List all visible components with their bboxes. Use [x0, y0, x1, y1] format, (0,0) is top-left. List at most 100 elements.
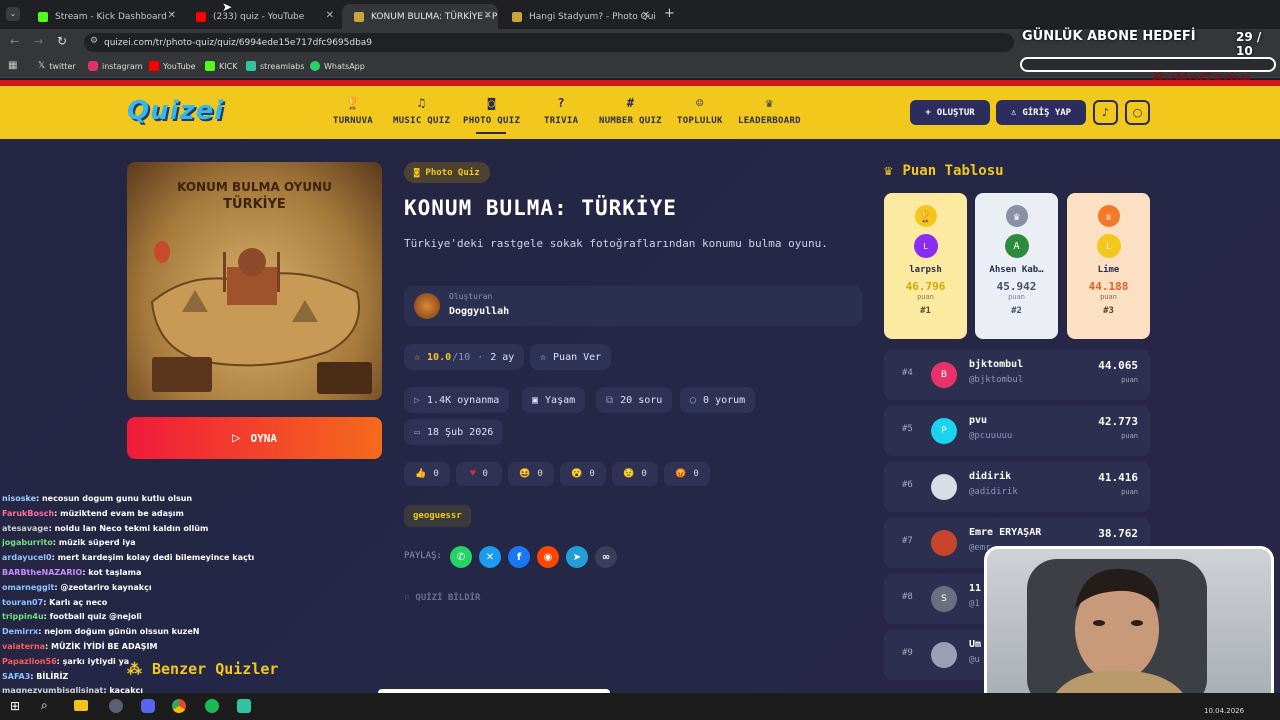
url-field[interactable]: ⚙ quizei.com/tr/photo-quiz/quiz/6994ede1…	[84, 33, 1014, 52]
streamlabs-icon[interactable]	[237, 699, 251, 713]
cover-title-line2: TÜRKİYE	[223, 197, 286, 212]
copy-link-icon[interactable]: ∞	[595, 546, 617, 568]
chat-username[interactable]: Papazlion56	[2, 657, 57, 666]
chat-text: : müziktend evam be adaşım	[54, 508, 184, 518]
new-tab-icon[interactable]: +	[664, 6, 675, 21]
podium-first[interactable]: 🏆 L larpsh 46.796 puan #1	[884, 193, 967, 339]
site-logo[interactable]: Quizei	[127, 96, 224, 126]
podium-third[interactable]: ♕ L Lime 44.188 puan #3	[1067, 193, 1150, 339]
chat-message: nisoske: necosun dogum gunu kutlu olsun	[2, 494, 192, 503]
chat-message: Demirrx: nejom doğum günün olssun kuzeN	[2, 627, 199, 636]
chat-username[interactable]: omarneggit	[2, 583, 54, 592]
nav-topluluk[interactable]: ☺ TOPLULUK	[677, 96, 723, 126]
facebook-share-icon[interactable]: f	[508, 546, 530, 568]
category-badge[interactable]: ◙ Photo Quiz	[404, 162, 490, 183]
nav-trivia[interactable]: ? TRIVIA	[544, 96, 578, 126]
chat-text: : MÜZİK İYİDİ BE ADAŞIM	[45, 642, 158, 651]
comments-chip[interactable]: ◯ 0 yorum	[680, 387, 756, 413]
nav-turnuva[interactable]: 🏆 TURNUVA	[333, 96, 373, 126]
plays-count: 1.4K oynanma	[427, 394, 500, 406]
row-name: 11	[969, 583, 982, 594]
bookmark-kick[interactable]: KICK	[205, 61, 237, 71]
tab-konum-bulma[interactable]: KONUM BULMA: TÜRKİYE - Ph ✕	[342, 4, 498, 29]
apps-grid-icon[interactable]: ▦	[8, 60, 17, 71]
row-avatar	[931, 474, 957, 500]
podium-name: Lime	[1097, 265, 1120, 275]
leaderboard-row[interactable]: #5 P pvu @pcuuuuu 42.773 puan	[884, 406, 1150, 456]
x-share-icon[interactable]: ✕	[479, 546, 501, 568]
bookmark-instagram[interactable]: instagram	[88, 61, 143, 71]
nav-music-quiz[interactable]: ♫ MUSIC QUIZ	[393, 96, 450, 126]
reaction-like[interactable]: 👍 0	[404, 462, 450, 486]
plus-icon: +	[925, 107, 931, 118]
tab-close-icon[interactable]: ✕	[326, 10, 334, 21]
nav-number-quiz[interactable]: # NUMBER QUIZ	[599, 96, 662, 126]
tab-youtube[interactable]: (233) quiz - YouTube ✕	[184, 4, 340, 29]
play-button[interactable]: ▷ OYNA	[127, 417, 382, 459]
chat-username[interactable]: nisoske	[2, 494, 36, 503]
rate-button[interactable]: ☆ Puan Ver	[530, 344, 612, 370]
laugh-icon: 😆	[519, 469, 531, 479]
reaction-angry[interactable]: 😡 0	[664, 462, 710, 486]
search-icon[interactable]: ○	[1125, 100, 1150, 125]
tab-search-icon[interactable]: ⌄	[6, 7, 20, 21]
reaction-laugh[interactable]: 😆 0	[508, 462, 554, 486]
telegram-share-icon[interactable]: ➤	[566, 546, 588, 568]
chat-username[interactable]: trippin4u	[2, 612, 44, 621]
chat-message: BARBtheNAZARIO: kot taşlama	[2, 568, 141, 577]
app-icon[interactable]	[109, 699, 123, 713]
back-icon[interactable]: ←	[10, 35, 19, 48]
reaction-love[interactable]: ♥ 0	[456, 462, 502, 486]
topic-chip[interactable]: ▣ Yaşam	[522, 387, 586, 413]
tab-kick-dashboard[interactable]: Stream - Kick Dashboard ✕	[26, 4, 182, 29]
reload-icon[interactable]: ↻	[57, 34, 67, 48]
site-info-icon[interactable]: ⚙	[90, 36, 98, 46]
podium-second[interactable]: ♛ A Ahsen Kab… 45.942 puan #2	[975, 193, 1058, 339]
chat-username[interactable]: touran07	[2, 598, 43, 607]
reaction-sad[interactable]: 😟 0	[612, 462, 658, 486]
chat-username[interactable]: FarukBosch	[2, 509, 54, 518]
creator-card[interactable]: Oluşturan Doggyullah	[404, 286, 862, 326]
chat-username[interactable]: valaterna	[2, 642, 45, 651]
chat-username[interactable]: Demirrx	[2, 627, 38, 636]
reaction-wow[interactable]: 😮 0	[560, 462, 606, 486]
search-icon[interactable]: ⌕	[41, 698, 48, 713]
leaderboard-row[interactable]: #6 didirik @adidirik 41.416 puan	[884, 462, 1150, 512]
tab-close-icon[interactable]: ✕	[484, 10, 492, 21]
user-icon: ♙	[1010, 107, 1017, 118]
leaderboard-row[interactable]: #4 B bjktombul @bjktombul 44.065 puan	[884, 350, 1150, 400]
chat-text: : müzik süperd iya	[52, 538, 136, 548]
bookmark-twitter[interactable]: 𝕏twitter	[38, 61, 76, 71]
tab-close-icon[interactable]: ✕	[168, 10, 176, 21]
forward-icon[interactable]: →	[34, 35, 43, 48]
chat-username[interactable]: BARBtheNAZARIO	[2, 568, 82, 577]
notification-bell-icon[interactable]: ♪	[1093, 100, 1118, 125]
tab-close-icon[interactable]: ✕	[642, 10, 650, 21]
bookmark-youtube[interactable]: YouTube	[149, 61, 196, 71]
login-button[interactable]: ♙ GİRİŞ YAP	[996, 100, 1086, 125]
bookmark-streamlabs[interactable]: streamlabs	[246, 61, 304, 71]
nav-label: MUSIC QUIZ	[393, 116, 451, 126]
whatsapp-share-icon[interactable]: ✆	[450, 546, 472, 568]
file-explorer-icon[interactable]	[74, 700, 88, 711]
youtube-favicon-icon	[196, 11, 206, 22]
discord-icon[interactable]	[141, 699, 155, 713]
bookmark-label: streamlabs	[260, 61, 305, 71]
chat-username[interactable]: SAFA3	[2, 672, 30, 681]
chat-username[interactable]: ardayucel0	[2, 553, 52, 562]
windows-start-icon[interactable]: ⊞	[10, 699, 20, 713]
reddit-share-icon[interactable]: ◉	[537, 546, 559, 568]
nav-photo-quiz[interactable]: ◙ PHOTO QUIZ	[463, 96, 520, 126]
chrome-icon[interactable]	[172, 699, 186, 713]
chat-username[interactable]: jogaburrito	[2, 538, 53, 547]
tab-hangi-stadyum[interactable]: Hangi Stadyum? - Photo Quiz ✕	[500, 4, 656, 29]
quiz-cover-image[interactable]: KONUM BULMA OYUNU TÜRKİYE	[127, 162, 382, 400]
report-quiz-button[interactable]: ⚐ QUİZİ BİLDİR	[404, 593, 480, 603]
tag-chip[interactable]: geoguessr	[404, 505, 471, 527]
spotify-icon[interactable]	[205, 699, 219, 713]
bookmark-whatsapp[interactable]: WhatsApp	[310, 61, 365, 71]
create-button[interactable]: + OLUŞTUR	[910, 100, 990, 125]
chat-username[interactable]: atesavage	[2, 524, 49, 533]
quiz-title: KONUM BULMA: TÜRKİYE	[404, 196, 677, 220]
nav-leaderboard[interactable]: ♛ LEADERBOARD	[738, 96, 801, 126]
